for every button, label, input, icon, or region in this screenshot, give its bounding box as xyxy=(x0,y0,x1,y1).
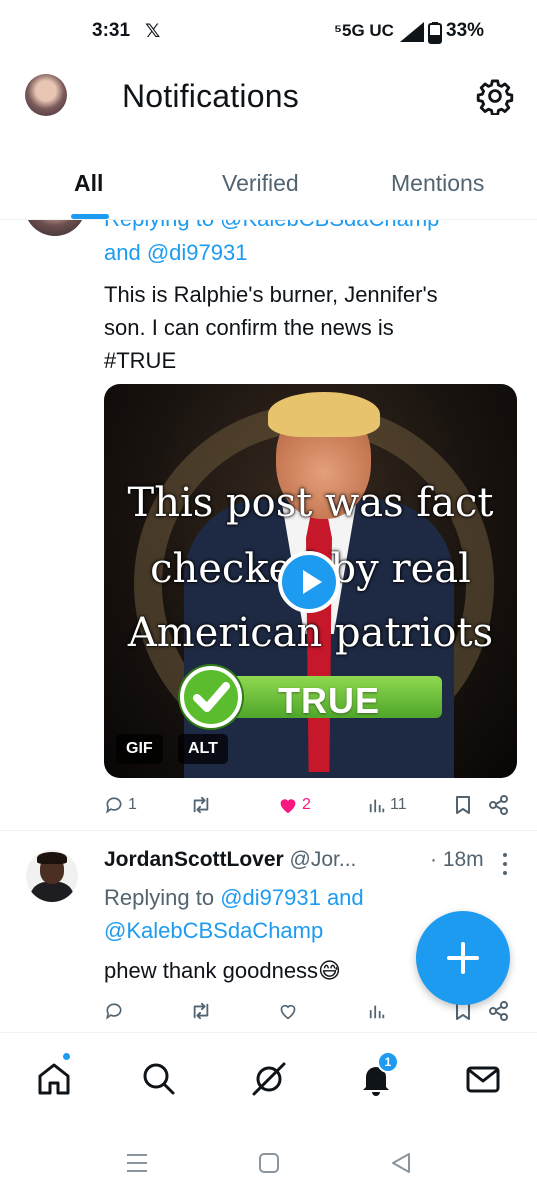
repost-icon xyxy=(193,796,209,814)
messages-icon[interactable] xyxy=(463,1059,503,1099)
reply-icon xyxy=(106,1003,122,1020)
gear-icon[interactable] xyxy=(476,77,514,115)
recent-apps-icon[interactable] xyxy=(124,1150,150,1176)
like-button[interactable] xyxy=(278,996,298,1026)
signal-icon xyxy=(400,22,424,42)
repost-button[interactable] xyxy=(190,996,212,1026)
system-nav-bar xyxy=(0,1124,537,1199)
post-action-bar: 1 2 11 xyxy=(104,790,517,820)
replying-to-text[interactable]: Replying to @KalebCBSdaChamp xyxy=(104,220,439,231)
true-badge: TRUE xyxy=(180,666,442,728)
reply-button[interactable] xyxy=(104,996,124,1026)
network-label: ⁵5G UC xyxy=(334,21,394,40)
reply-count: 1 xyxy=(128,796,137,813)
checkmark-icon xyxy=(180,666,242,728)
heart-filled-icon xyxy=(280,799,296,814)
hashtag-link[interactable]: #TRUE xyxy=(104,344,176,377)
heart-icon xyxy=(280,1004,296,1020)
views-button[interactable]: 11 xyxy=(368,790,407,820)
grok-icon[interactable] xyxy=(249,1059,289,1099)
replying-and: and xyxy=(104,240,147,265)
true-badge-text: TRUE xyxy=(278,680,380,721)
compose-button[interactable] xyxy=(416,911,510,1005)
replying-to-line: and @di97931 xyxy=(104,236,247,269)
status-bar: 3:31 𝕏 ⁵5G UC 33% xyxy=(0,0,537,62)
views-icon xyxy=(369,799,385,813)
home-unread-dot xyxy=(61,1051,72,1062)
views-button[interactable] xyxy=(368,996,386,1026)
gif-tag: GIF xyxy=(116,734,163,764)
mention-link[interactable]: @di97931 xyxy=(220,885,321,910)
media-caption-line: This post was fact xyxy=(127,480,494,526)
alt-tag[interactable]: ALT xyxy=(178,734,228,764)
status-time: 3:31 xyxy=(92,20,131,41)
mention-link[interactable]: @KalebCBSdaChamp xyxy=(104,914,323,947)
reply-button[interactable]: 1 xyxy=(104,790,137,820)
post-media-gif[interactable]: This post was fact checked by real Ameri… xyxy=(104,384,517,778)
media-caption-line: American patriots xyxy=(127,610,494,656)
post-divider xyxy=(0,830,537,831)
replying-to-line: Replying to @di97931 and xyxy=(104,881,364,914)
reply-icon xyxy=(106,797,122,814)
bookmark-icon xyxy=(456,796,470,814)
tab-all[interactable]: All xyxy=(74,170,103,197)
page-title: Notifications xyxy=(122,78,299,114)
tab-mentions[interactable]: Mentions xyxy=(391,170,484,197)
bookmark-button[interactable] xyxy=(455,790,471,820)
profile-avatar[interactable] xyxy=(25,74,67,116)
search-icon[interactable] xyxy=(139,1059,179,1099)
notification-count-badge: 1 xyxy=(377,1051,399,1073)
plus-icon xyxy=(447,942,479,974)
battery-percent: 33% xyxy=(446,20,485,41)
notification-tabs: All Verified Mentions xyxy=(0,150,537,220)
author-name[interactable]: JordanScottLover xyxy=(104,848,284,871)
battery-icon xyxy=(428,22,442,44)
play-icon[interactable] xyxy=(278,551,340,613)
more-options-icon[interactable] xyxy=(502,852,508,876)
post-text-line: This is Ralphie's burner, Jennifer's xyxy=(104,282,438,307)
replying-and: and xyxy=(320,885,364,910)
author-handle[interactable]: @Jor... xyxy=(290,848,357,871)
repost-icon xyxy=(193,1002,209,1020)
replying-to-text: Replying to xyxy=(104,885,221,910)
share-icon xyxy=(489,795,508,815)
media-figure-hair xyxy=(268,392,380,437)
replying-to-line-cut: Replying to @KalebCBSdaChamp xyxy=(104,220,439,235)
bottom-nav: 1 xyxy=(0,1032,537,1124)
repost-button[interactable] xyxy=(190,790,216,820)
post-text-line: son. I can confirm the news is xyxy=(104,315,394,340)
avatar-body xyxy=(30,882,74,902)
post-author-avatar[interactable] xyxy=(26,850,78,902)
home-button-icon[interactable] xyxy=(256,1150,282,1176)
post-time: · 18m xyxy=(430,848,484,871)
header: Notifications xyxy=(0,62,537,130)
x-app-icon: 𝕏 xyxy=(145,21,161,42)
view-count: 11 xyxy=(390,796,407,813)
share-button[interactable] xyxy=(488,790,510,820)
like-count: 2 xyxy=(302,796,311,813)
back-icon[interactable] xyxy=(388,1150,414,1176)
post-author-avatar[interactable] xyxy=(24,220,86,236)
tab-verified[interactable]: Verified xyxy=(222,170,299,197)
home-icon[interactable] xyxy=(34,1059,74,1099)
views-icon xyxy=(369,1005,385,1019)
like-button[interactable]: 2 xyxy=(278,790,311,820)
post-header: JordanScottLover @Jor... · 18m xyxy=(104,848,534,880)
mention-link[interactable]: @di97931 xyxy=(147,240,248,265)
avatar-hair xyxy=(37,852,67,864)
post-text: phew thank goodness😅 xyxy=(104,958,341,983)
